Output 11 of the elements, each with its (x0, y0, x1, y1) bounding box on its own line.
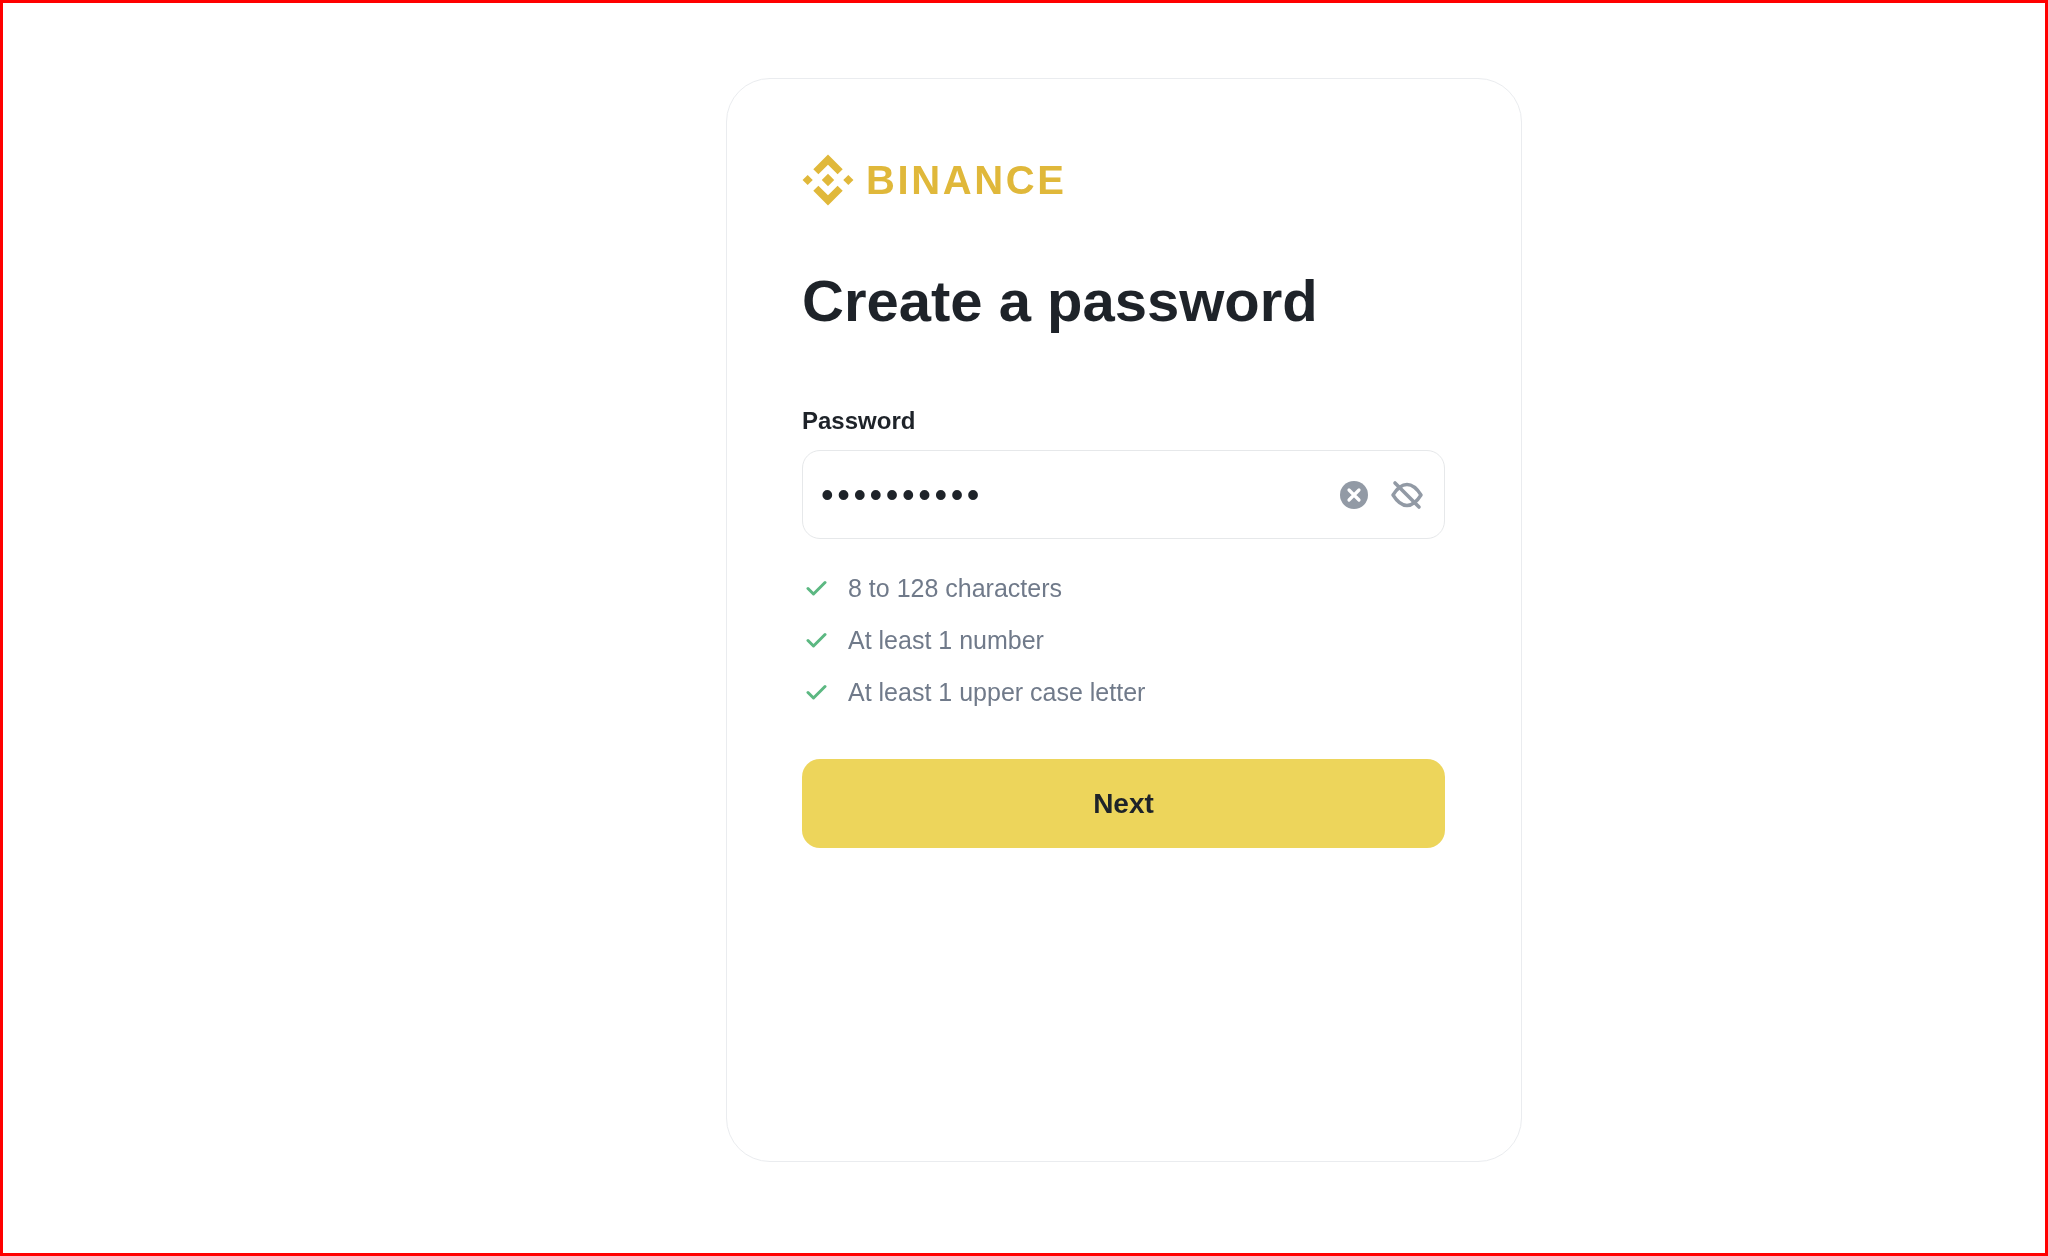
page-title: Create a password (802, 267, 1318, 335)
next-button[interactable]: Next (802, 759, 1445, 848)
clear-icon[interactable] (1340, 480, 1368, 509)
requirement-text: At least 1 number (848, 625, 1044, 656)
requirement-text: At least 1 upper case letter (848, 677, 1146, 708)
password-field[interactable]: •••••••••• (802, 450, 1445, 539)
logo-text: BINANCE (866, 157, 1067, 204)
eye-slash-icon[interactable] (1391, 478, 1423, 511)
field-label: Password (802, 406, 916, 436)
logo-icon (802, 154, 854, 206)
requirement-text: 8 to 128 characters (848, 573, 1062, 604)
